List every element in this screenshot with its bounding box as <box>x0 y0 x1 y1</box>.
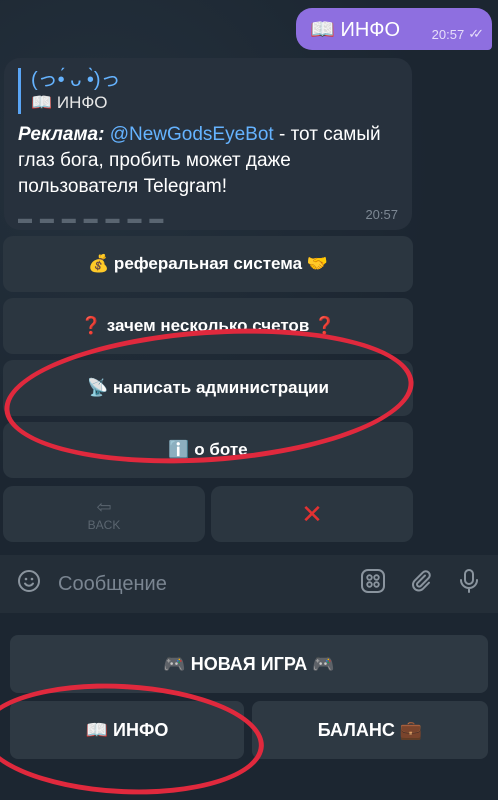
reply-button-balance[interactable]: БАЛАНС 💼 <box>252 701 488 759</box>
outgoing-message-text: 📖 ИНФО <box>310 18 401 41</box>
ad-label: Реклама: <box>18 124 105 145</box>
read-checks-icon: ✓✓ <box>468 26 484 41</box>
inline-button-about-bot[interactable]: ℹ️ о боте <box>3 422 413 478</box>
incoming-message-bubble[interactable]: (っ•́ ᴗ •̀)っ 📖 ИНФО Реклама: @NewGodsEyeB… <box>4 58 412 230</box>
reply-quote[interactable]: (っ•́ ᴗ •̀)っ 📖 ИНФО <box>18 68 398 114</box>
message-input-bar: Сообщение <box>0 555 498 613</box>
reply-keyboard: 🎮 НОВАЯ ИГРА 🎮 📖 ИНФО БАЛАНС 💼 <box>0 613 498 800</box>
incoming-message-time: 20:57 <box>365 207 398 222</box>
quote-text: 📖 ИНФО <box>31 93 108 112</box>
inline-button-referral[interactable]: 💰 реферальная система 🤝 <box>3 236 413 292</box>
inline-button-why-accounts[interactable]: ❓ зачем несколько счетов ❓ <box>3 298 413 354</box>
separator-dashes: ▬ ▬ ▬ ▬ ▬ ▬ ▬ <box>18 210 166 226</box>
message-time: 20:57 <box>431 26 465 42</box>
reply-button-new-game[interactable]: 🎮 НОВАЯ ИГРА 🎮 <box>10 635 488 693</box>
mic-icon[interactable] <box>454 568 484 601</box>
outgoing-message-bubble[interactable]: 📖 ИНФО 20:57 ✓✓ <box>296 8 492 50</box>
message-text: Реклама: @NewGodsEyeBot - тот самый глаз… <box>18 122 398 200</box>
paperclip-icon[interactable] <box>406 569 436 600</box>
message-input[interactable]: Сообщение <box>58 573 358 596</box>
reply-button-info[interactable]: 📖 ИНФО <box>10 701 244 759</box>
back-label: BACK <box>87 517 121 532</box>
message-meta: 20:57 ✓✓ <box>431 26 484 42</box>
close-cross-icon: ✕ <box>301 498 323 529</box>
inline-button-close[interactable]: ✕ <box>211 486 413 542</box>
emoji-icon[interactable] <box>14 569 44 600</box>
inline-button-write-admin[interactable]: 📡 написать администрации <box>3 360 413 416</box>
bot-menu-icon[interactable] <box>358 568 388 601</box>
inline-button-row-nav: ⇦ BACK ✕ <box>3 486 413 542</box>
bot-mention-link[interactable]: @NewGodsEyeBot <box>110 124 274 145</box>
inline-button-back[interactable]: ⇦ BACK <box>3 486 205 542</box>
back-icon: ⇦ BACK <box>87 496 121 532</box>
quote-author: (っ•́ ᴗ •̀)っ <box>31 69 121 91</box>
